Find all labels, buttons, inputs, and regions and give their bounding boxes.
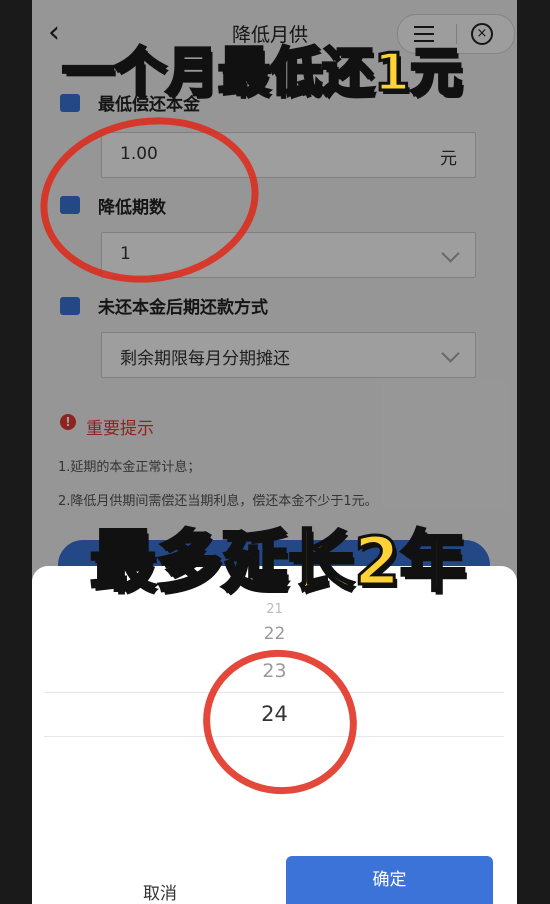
confirm-button[interactable]: 确定 [286,856,493,904]
page: ‹ 降低月供 × 最低偿还本金 1.00 元 降低期数 1 未还本金后期还款方式… [0,0,550,904]
cancel-button[interactable]: 取消 [112,874,208,904]
picker-option[interactable]: 22 [32,624,517,644]
caption-top: 一个月最低还1元 [60,42,463,105]
caption-middle: 最多延长2年 [89,522,468,602]
picker-option[interactable]: 21 [32,602,517,617]
